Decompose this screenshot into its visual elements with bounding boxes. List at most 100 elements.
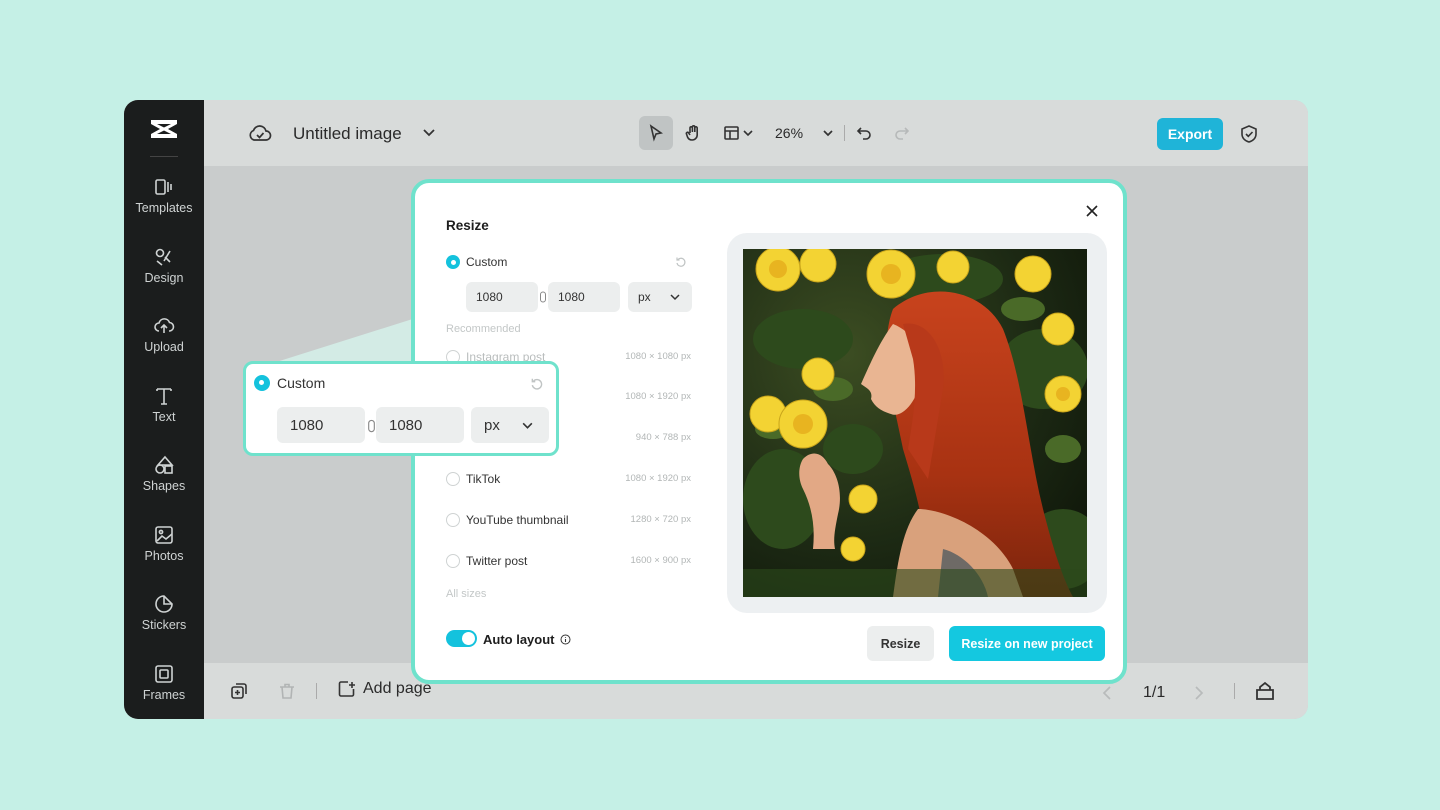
sidebar-item-label: Templates [135, 201, 193, 215]
duplicate-icon [231, 683, 247, 699]
link-ratio-icon[interactable] [367, 419, 376, 433]
redo-icon [895, 127, 910, 140]
layout-icon [724, 126, 739, 140]
frames-icon [155, 665, 173, 683]
cursor-icon [649, 124, 663, 142]
sidebar-item-label: Stickers [141, 618, 187, 632]
auto-layout-toggle[interactable] [446, 630, 477, 647]
reset-icon[interactable] [675, 256, 687, 268]
undo-icon [856, 127, 871, 140]
undo-button[interactable] [847, 116, 881, 150]
sidebar-item-shapes[interactable]: Shapes [124, 454, 204, 510]
shapes-icon [155, 455, 174, 474]
sidebar-item-design[interactable]: Design [124, 246, 204, 302]
sidebar-item-frames[interactable]: Frames [124, 663, 204, 719]
next-page-icon[interactable] [1193, 685, 1205, 701]
templates-icon [155, 179, 172, 195]
layout-menu-button[interactable] [716, 116, 760, 150]
page-counter: 1/1 [1143, 684, 1166, 701]
design-icon [155, 248, 171, 266]
custom-size-callout: Custom 1080 1080 px [243, 361, 559, 456]
sidebar-item-photos[interactable]: Photos [124, 524, 204, 580]
custom-radio[interactable] [446, 255, 460, 269]
sidebar-item-templates[interactable]: Templates [124, 176, 204, 232]
trash-icon [280, 683, 294, 699]
add-page-icon [338, 681, 355, 697]
unit-value: px [484, 416, 500, 434]
dialog-title: Resize [446, 218, 489, 233]
delete-page-button[interactable] [277, 681, 297, 701]
option-radio[interactable] [446, 513, 460, 527]
option-radio[interactable] [446, 554, 460, 568]
sidebar-item-stickers[interactable]: Stickers [124, 593, 204, 649]
unit-select[interactable]: px [471, 407, 549, 443]
prev-page-icon[interactable] [1101, 685, 1113, 701]
chevron-down-icon[interactable] [822, 129, 834, 137]
sidebar-item-upload[interactable]: Upload [124, 315, 204, 371]
photos-icon [155, 526, 173, 544]
height-input[interactable]: 1080 [548, 282, 620, 312]
option-label[interactable]: TikTok [466, 472, 500, 486]
sidebar-divider [150, 156, 178, 157]
toolbar-divider [844, 125, 845, 141]
unit-select[interactable]: px [628, 282, 692, 312]
reset-icon[interactable] [530, 377, 544, 391]
sidebar-item-label: Photos [144, 549, 184, 563]
chevron-down-icon[interactable] [422, 128, 436, 138]
option-label[interactable]: Twitter post [466, 554, 527, 568]
close-icon[interactable] [1082, 201, 1102, 221]
unit-value: px [638, 290, 651, 304]
sidebar-item-label: Design [144, 271, 184, 285]
duplicate-page-button[interactable] [229, 681, 249, 701]
preview-photo [743, 249, 1087, 597]
recommended-heading: Recommended [446, 323, 521, 335]
sidebar-item-label: Upload [144, 340, 184, 354]
sidebar-item-label: Frames [142, 688, 186, 702]
height-input[interactable]: 1080 [376, 407, 464, 443]
link-ratio-icon[interactable] [539, 291, 547, 303]
custom-radio[interactable] [254, 375, 270, 391]
chevron-down-icon [670, 294, 680, 301]
preview-panel [727, 233, 1107, 613]
custom-label: Custom [466, 255, 508, 269]
option-size: 1600 × 900 px [630, 555, 691, 566]
option-size: 940 × 788 px [635, 432, 691, 443]
bottombar-divider [1234, 683, 1235, 699]
zoom-level[interactable]: 26% [775, 125, 803, 141]
option-size: 1080 × 1920 px [625, 473, 691, 484]
sidebar-item-text[interactable]: Text [124, 385, 204, 441]
sidebar-item-label: Text [152, 410, 176, 424]
info-icon[interactable] [560, 634, 571, 645]
width-input[interactable]: 1080 [277, 407, 365, 443]
option-size: 1080 × 1080 px [625, 351, 691, 362]
shield-icon[interactable] [1240, 124, 1258, 144]
resize-button[interactable]: Resize [867, 626, 934, 661]
option-size: 1280 × 720 px [630, 514, 691, 525]
pages-panel-icon[interactable] [1254, 681, 1276, 701]
sidebar-item-label: Shapes [142, 479, 186, 493]
cloud-sync-icon[interactable] [248, 122, 272, 144]
export-button[interactable]: Export [1157, 118, 1223, 150]
add-page-button[interactable]: Add page [337, 679, 432, 699]
resize-new-project-button[interactable]: Resize on new project [949, 626, 1105, 661]
hand-tool-button[interactable] [676, 116, 710, 150]
add-page-label: Add page [363, 680, 432, 697]
upload-icon [154, 318, 175, 333]
width-input[interactable]: 1080 [466, 282, 538, 312]
auto-layout-label: Auto layout [483, 632, 555, 647]
select-tool-button[interactable] [639, 116, 673, 150]
hand-icon [685, 125, 698, 141]
sidebar: Templates Design Upload Text Shapes Phot… [124, 100, 204, 719]
capcut-logo [151, 120, 177, 138]
option-size: 1080 × 1920 px [625, 391, 691, 402]
custom-label: Custom [277, 375, 326, 391]
stickers-icon [155, 595, 173, 613]
chevron-down-icon [522, 422, 533, 429]
bottombar-divider [316, 683, 317, 699]
document-title[interactable]: Untitled image [293, 124, 402, 144]
all-sizes-link[interactable]: All sizes [446, 588, 486, 600]
option-label[interactable]: YouTube thumbnail [466, 513, 569, 527]
redo-button[interactable] [885, 116, 919, 150]
option-radio[interactable] [446, 472, 460, 486]
text-icon [156, 388, 172, 405]
